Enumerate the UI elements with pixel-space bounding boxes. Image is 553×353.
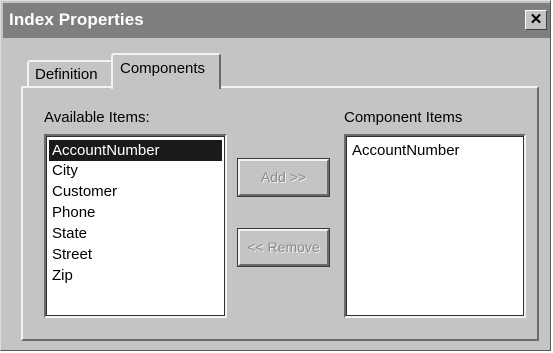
tab-definition[interactable]: Definition xyxy=(27,60,113,87)
tab-components[interactable]: Components xyxy=(111,53,221,89)
list-item[interactable]: Customer xyxy=(49,181,117,202)
component-items-label: Component Items xyxy=(344,109,463,126)
tab-components-label: Components xyxy=(120,60,206,77)
list-item[interactable]: AccountNumber xyxy=(49,140,222,161)
list-item[interactable]: Zip xyxy=(49,265,73,286)
available-items-listbox[interactable]: AccountNumber City Customer Phone State … xyxy=(44,134,227,318)
window-title: Index Properties xyxy=(9,10,144,29)
list-item[interactable]: State xyxy=(49,223,87,244)
remove-button[interactable]: << Remove xyxy=(237,228,330,267)
list-item[interactable]: Street xyxy=(49,244,92,265)
index-properties-dialog: Index Properties ✕ Definition Components… xyxy=(0,0,551,351)
add-button[interactable]: Add >> xyxy=(237,158,330,197)
remove-button-label: << Remove xyxy=(247,239,320,255)
title-bar[interactable]: Index Properties ✕ xyxy=(3,3,550,38)
available-items-label: Available Items: xyxy=(44,109,150,126)
list-item[interactable]: AccountNumber xyxy=(349,140,460,161)
tab-definition-label: Definition xyxy=(35,66,98,83)
component-items-listbox[interactable]: AccountNumber xyxy=(344,134,526,318)
list-item[interactable]: City xyxy=(49,160,78,181)
add-button-label: Add >> xyxy=(260,169,307,185)
close-icon: ✕ xyxy=(529,11,543,28)
list-item[interactable]: Phone xyxy=(49,202,95,223)
close-button[interactable]: ✕ xyxy=(525,10,547,30)
